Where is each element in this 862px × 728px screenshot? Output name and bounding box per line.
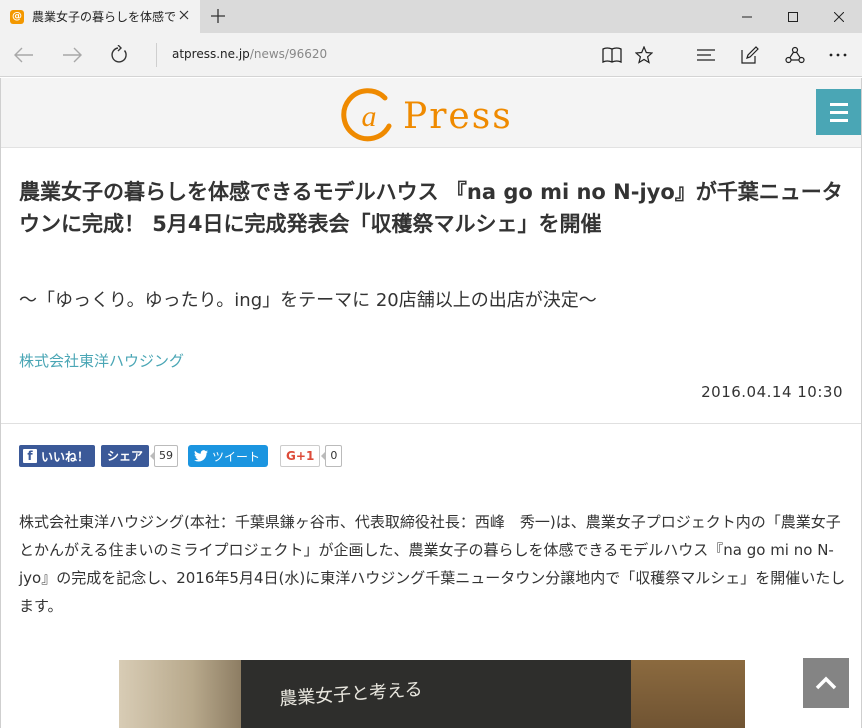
share-button[interactable] [779,39,811,71]
social-buttons: f いいね！ シェア 59 ツイート G+1 0 [19,444,343,468]
more-button[interactable] [822,39,854,71]
divider [1,423,861,424]
hub-button[interactable] [690,39,722,71]
refresh-icon [111,45,127,63]
site-favicon-icon: @ [10,9,24,24]
web-note-button[interactable] [734,39,766,71]
maximize-icon [788,11,798,22]
hamburger-menu-button[interactable] [816,89,861,135]
address-field[interactable]: atpress.ne.jp/news/96620 [172,47,327,61]
star-icon [635,46,653,64]
close-icon [834,11,844,22]
reload-button[interactable] [103,39,135,71]
new-tab-button[interactable] [206,4,230,28]
pen-note-icon [741,46,759,64]
at-logo-icon: a [341,88,392,142]
tweet-label: ツイート [212,449,261,464]
forward-button[interactable] [56,39,88,71]
site-header: a Press [1,78,861,148]
svg-text:a: a [362,100,377,133]
facebook-share-count: 59 [150,445,179,467]
reading-view-button[interactable] [596,39,628,71]
favorite-button[interactable] [628,39,660,71]
plus-icon [211,9,225,23]
address-separator [156,43,157,67]
close-window-button[interactable] [816,0,862,33]
facebook-share-button[interactable]: シェア [101,445,150,467]
publish-date: 2016.04.14 10:30 [701,383,843,401]
maximize-button[interactable] [770,0,816,33]
tab-title: 農業女子の暮らしを体感で [32,10,177,24]
photo-wood-shelf [631,660,745,728]
url-host: atpress.ne.jp [172,47,250,61]
company-link[interactable]: 株式会社東洋ハウジング [19,350,184,371]
back-button[interactable] [8,39,40,71]
article-photo[interactable]: 農業女子と考える [119,660,745,728]
twitter-bird-icon [194,450,209,462]
site-logo[interactable]: a Press [339,84,513,144]
tab-bar: @ 農業女子の暮らしを体感で [0,0,862,33]
arrow-left-icon [14,47,33,63]
chevron-up-icon [815,676,837,690]
minimize-icon [742,16,752,17]
arrow-right-icon [63,47,82,63]
article-subheadline: ～「ゆっくり。ゆったり。ing」をテーマに 20店舗以上の出店が決定～ [19,290,597,311]
article-headline: 農業女子の暮らしを体感できるモデルハウス 『na go mi no N-jyo』… [19,180,843,236]
page-viewport: a Press 農業女子の暮らしを体感できるモデルハウス 『na go mi n… [0,78,862,728]
logo-wordmark: Press [403,95,513,137]
address-toolbar: atpress.ne.jp/news/96620 [0,33,862,77]
hub-lines-icon [697,49,715,61]
facebook-icon: f [23,449,37,463]
facebook-like-label: いいね！ [41,449,90,464]
menu-bar-icon [830,102,848,106]
menu-bar-icon [830,118,848,122]
url-path: /news/96620 [249,47,328,61]
article-body: 株式会社東洋ハウジング(本社：千葉県鎌ヶ谷市、代表取締役社長：西峰 秀一)は、農… [19,513,846,615]
photo-window-area [119,660,241,728]
back-to-top-button[interactable] [803,658,849,708]
share-icon [785,46,805,64]
book-icon [602,47,622,63]
more-dots-icon [829,53,847,57]
close-tab-icon[interactable] [176,8,192,24]
facebook-like-button[interactable]: f いいね！ [19,445,96,467]
tweet-button[interactable]: ツイート [188,445,269,467]
browser-tab-active[interactable]: @ 農業女子の暮らしを体感で [0,0,200,33]
minimize-button[interactable] [724,0,770,33]
google-plus-count: 0 [321,445,343,467]
google-plus-button[interactable]: G+1 [280,445,321,467]
menu-bar-icon [830,110,848,114]
